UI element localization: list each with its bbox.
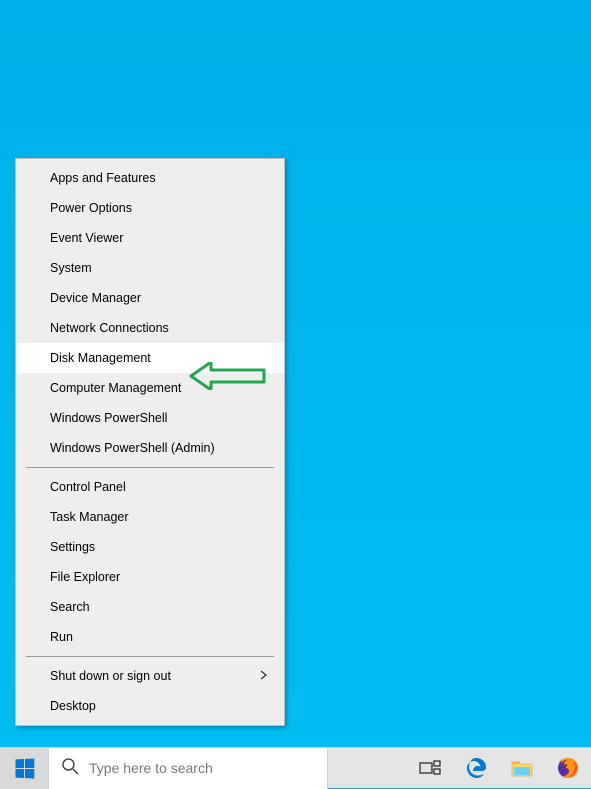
firefox-icon (556, 756, 580, 780)
menu-item-network-connections[interactable]: Network Connections (16, 313, 284, 343)
menu-label: Task Manager (50, 510, 129, 524)
menu-label: Device Manager (50, 291, 141, 305)
task-view-button[interactable] (407, 748, 453, 789)
folder-icon (510, 756, 534, 780)
taskbar-app-edge[interactable] (453, 748, 499, 789)
menu-label: File Explorer (50, 570, 120, 584)
menu-label: Windows PowerShell (Admin) (50, 441, 215, 455)
taskbar-app-firefox[interactable] (545, 748, 591, 789)
menu-item-shutdown-signout[interactable]: Shut down or sign out (16, 661, 284, 691)
menu-label: System (50, 261, 92, 275)
menu-item-file-explorer[interactable]: File Explorer (16, 562, 284, 592)
menu-label: Disk Management (50, 351, 151, 365)
menu-item-event-viewer[interactable]: Event Viewer (16, 223, 284, 253)
menu-label: Windows PowerShell (50, 411, 167, 425)
menu-label: Control Panel (50, 480, 126, 494)
menu-item-system[interactable]: System (16, 253, 284, 283)
task-view-icon (419, 760, 441, 776)
menu-item-powershell-admin[interactable]: Windows PowerShell (Admin) (16, 433, 284, 463)
menu-item-search[interactable]: Search (16, 592, 284, 622)
menu-item-task-manager[interactable]: Task Manager (16, 502, 284, 532)
windows-logo-icon (15, 758, 34, 778)
menu-label: Settings (50, 540, 95, 554)
menu-label: Computer Management (50, 381, 181, 395)
taskbar: Type here to search (0, 747, 591, 788)
menu-label: Event Viewer (50, 231, 123, 245)
menu-label: Power Options (50, 201, 132, 215)
menu-label: Run (50, 630, 73, 644)
menu-item-computer-management[interactable]: Computer Management (16, 373, 284, 403)
taskbar-app-file-explorer[interactable] (499, 748, 545, 789)
menu-label: Network Connections (50, 321, 169, 335)
menu-item-disk-management[interactable]: Disk Management (16, 343, 284, 373)
power-user-menu: Apps and Features Power Options Event Vi… (15, 158, 285, 726)
chevron-right-icon (260, 669, 268, 683)
menu-item-control-panel[interactable]: Control Panel (16, 472, 284, 502)
menu-label: Desktop (50, 699, 96, 713)
start-button[interactable] (0, 748, 48, 789)
menu-item-run[interactable]: Run (16, 622, 284, 652)
menu-item-device-manager[interactable]: Device Manager (16, 283, 284, 313)
menu-label: Apps and Features (50, 171, 156, 185)
menu-item-settings[interactable]: Settings (16, 532, 284, 562)
menu-separator (26, 467, 274, 468)
menu-label: Search (50, 600, 90, 614)
search-icon (61, 757, 79, 780)
menu-label: Shut down or sign out (50, 669, 171, 683)
search-placeholder: Type here to search (89, 760, 213, 776)
menu-item-power-options[interactable]: Power Options (16, 193, 284, 223)
taskbar-icons (407, 748, 591, 789)
taskbar-search[interactable]: Type here to search (48, 748, 328, 789)
menu-item-powershell[interactable]: Windows PowerShell (16, 403, 284, 433)
edge-icon (464, 756, 488, 780)
menu-separator (26, 656, 274, 657)
menu-item-apps-features[interactable]: Apps and Features (16, 163, 284, 193)
menu-item-desktop[interactable]: Desktop (16, 691, 284, 721)
